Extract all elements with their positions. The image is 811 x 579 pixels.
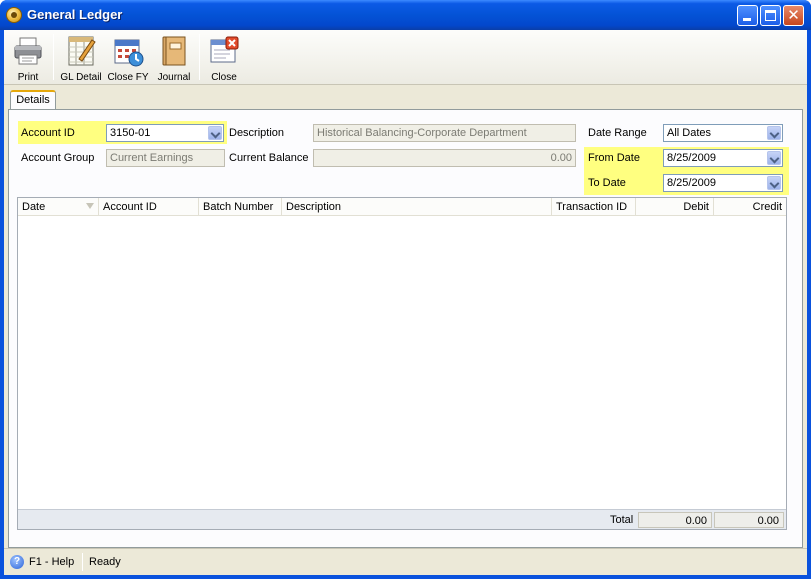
date-range-value: All Dates xyxy=(667,127,712,139)
grid-header: Date Account ID Batch Number Description… xyxy=(18,198,786,216)
account-id-value: 3150-01 xyxy=(110,127,151,139)
date-range-combo[interactable]: All Dates xyxy=(663,124,783,142)
maximize-icon xyxy=(765,10,776,21)
from-date-label: From Date xyxy=(588,152,640,164)
sort-icon xyxy=(86,203,94,209)
tab-details[interactable]: Details xyxy=(10,90,56,111)
column-header-date[interactable]: Date xyxy=(18,198,99,216)
ledger-sheet-icon xyxy=(68,36,96,66)
current-balance-label: Current Balance xyxy=(229,152,309,164)
account-id-label: Account ID xyxy=(21,127,75,139)
chevron-down-icon[interactable] xyxy=(767,176,781,190)
general-ledger-window: General Ledger ✕ Print GL Detail Close F… xyxy=(0,0,811,579)
toolbar-separator xyxy=(53,34,54,80)
from-date-value: 8/25/2009 xyxy=(667,152,716,164)
account-id-combo[interactable]: 3150-01 xyxy=(106,124,224,142)
toolbar-separator xyxy=(199,34,200,80)
close-form-icon xyxy=(210,36,239,63)
help-hint[interactable]: F1 - Help xyxy=(29,556,74,568)
chevron-down-icon[interactable] xyxy=(767,151,781,165)
tab-strip: Details xyxy=(4,88,807,111)
chevron-down-icon[interactable] xyxy=(208,126,222,140)
chevron-down-icon[interactable] xyxy=(767,126,781,140)
printer-icon xyxy=(14,37,42,65)
close-button[interactable]: Close xyxy=(204,32,244,84)
close-window-button[interactable]: ✕ xyxy=(783,5,804,26)
journal-button[interactable]: Journal xyxy=(154,32,194,84)
status-text: Ready xyxy=(89,556,121,568)
close-label: Close xyxy=(211,72,237,83)
close-icon: ✕ xyxy=(787,7,800,24)
calendar-icon xyxy=(114,39,144,67)
account-group-field[interactable]: Current Earnings xyxy=(106,149,225,167)
journal-label: Journal xyxy=(157,72,191,83)
column-header-debit[interactable]: Debit xyxy=(636,198,714,216)
total-credit: 0.00 xyxy=(714,512,784,528)
description-label: Description xyxy=(229,127,285,139)
status-separator xyxy=(82,553,83,571)
to-date-label: To Date xyxy=(588,177,626,189)
journal-book-icon xyxy=(162,36,186,66)
minimize-button[interactable] xyxy=(737,5,758,26)
window-title: General Ledger xyxy=(27,7,123,22)
toolbar: Print GL Detail Close FY Journal Close xyxy=(4,30,807,85)
gl-detail-button[interactable]: GL Detail xyxy=(58,32,104,84)
from-date-picker[interactable]: 8/25/2009 xyxy=(663,149,783,167)
column-header-credit[interactable]: Credit xyxy=(714,198,786,216)
client-area: Print GL Detail Close FY Journal Close D… xyxy=(4,30,807,575)
total-debit: 0.00 xyxy=(638,512,712,528)
print-button[interactable]: Print xyxy=(6,32,50,84)
grid-totals-row: Total 0.00 0.00 xyxy=(18,509,786,529)
app-icon xyxy=(6,7,22,23)
column-header-account-id[interactable]: Account ID xyxy=(99,198,199,216)
description-field[interactable]: Historical Balancing-Corporate Departmen… xyxy=(313,124,576,142)
status-bar: ? F1 - Help Ready xyxy=(4,548,807,575)
close-fy-button[interactable]: Close FY xyxy=(106,32,150,84)
column-header-description[interactable]: Description xyxy=(282,198,552,216)
total-label: Total xyxy=(610,514,634,526)
title-bar[interactable]: General Ledger ✕ xyxy=(0,0,811,30)
date-range-label: Date Range xyxy=(588,127,647,139)
print-label: Print xyxy=(17,72,39,83)
ledger-grid[interactable]: Date Account ID Batch Number Description… xyxy=(17,197,787,530)
to-date-picker[interactable]: 8/25/2009 xyxy=(663,174,783,192)
current-balance-field[interactable]: 0.00 xyxy=(313,149,576,167)
help-icon[interactable]: ? xyxy=(10,555,24,569)
account-group-label: Account Group xyxy=(21,152,95,164)
gl-detail-label: GL Detail xyxy=(60,72,102,83)
to-date-value: 8/25/2009 xyxy=(667,177,716,189)
close-fy-label: Close FY xyxy=(107,72,149,83)
maximize-button[interactable] xyxy=(760,5,781,26)
column-header-transaction-id[interactable]: Transaction ID xyxy=(552,198,636,216)
minimize-icon xyxy=(743,18,751,21)
column-header-label: Date xyxy=(22,201,46,213)
column-header-batch-number[interactable]: Batch Number xyxy=(199,198,282,216)
